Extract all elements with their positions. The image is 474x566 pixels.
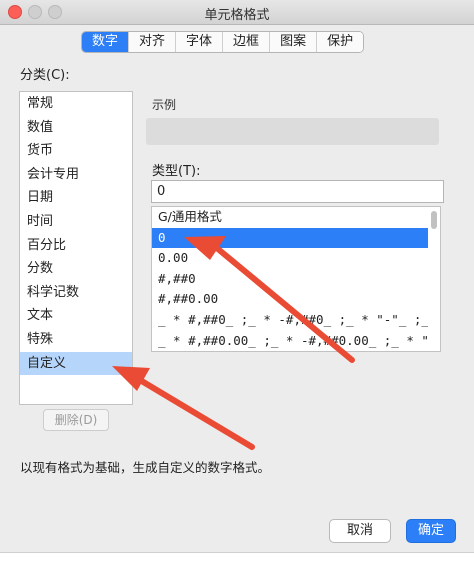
format-item[interactable]: 0	[152, 227, 428, 249]
category-item-special[interactable]: 特殊	[20, 328, 132, 352]
category-item-time[interactable]: 时间	[20, 210, 132, 234]
delete-button[interactable]: 删除(D)	[43, 409, 109, 431]
description-text: 以现有格式为基础，生成自定义的数字格式。	[20, 460, 271, 475]
type-input[interactable]: 0	[151, 180, 444, 203]
format-item[interactable]: #,##0.00	[152, 289, 428, 310]
category-label: 分类(C):	[20, 68, 70, 83]
sample-preview	[146, 118, 439, 145]
type-label: 类型(T):	[152, 164, 201, 179]
format-item[interactable]: G/通用格式	[152, 207, 428, 228]
ok-button[interactable]: 确定	[406, 519, 456, 543]
title-bar: 单元格格式	[0, 0, 474, 25]
sample-label: 示例	[152, 98, 177, 112]
category-item-currency[interactable]: 货币	[20, 139, 132, 163]
tab-pattern[interactable]: 图案	[269, 32, 317, 52]
category-item-percentage[interactable]: 百分比	[20, 234, 132, 258]
format-item[interactable]: _ * #,##0.00_ ;_ * -#,##0.00_ ;_ * "-"??…	[152, 331, 428, 351]
tab-bar: 数字 对齐 字体 边框 图案 保护	[81, 31, 365, 53]
format-list-scrollbar[interactable]	[431, 211, 437, 229]
category-item-number[interactable]: 数值	[20, 116, 132, 140]
format-item[interactable]: #,##0	[152, 269, 428, 290]
tab-number[interactable]: 数字	[82, 32, 129, 52]
window-title: 单元格格式	[204, 8, 270, 23]
category-item-date[interactable]: 日期	[20, 186, 132, 210]
cancel-button[interactable]: 取消	[329, 519, 391, 543]
format-item[interactable]: _ * #,##0_ ;_ * -#,##0_ ;_ * "-"_ ;_ @_	[152, 310, 428, 331]
category-item-fraction[interactable]: 分数	[20, 257, 132, 281]
tab-alignment[interactable]: 对齐	[128, 32, 176, 52]
category-item-custom[interactable]: 自定义	[20, 351, 132, 376]
category-list[interactable]: 常规 数值 货币 会计专用 日期 时间 百分比 分数 科学记数 文本 特殊 自定…	[19, 91, 133, 405]
category-item-general[interactable]: 常规	[20, 92, 132, 116]
format-code-list[interactable]: G/通用格式 0 0.00 #,##0 #,##0.00 _ * #,##0_ …	[151, 206, 441, 352]
format-item[interactable]: 0.00	[152, 248, 428, 269]
tab-font[interactable]: 字体	[175, 32, 223, 52]
category-item-scientific[interactable]: 科学记数	[20, 281, 132, 305]
category-item-accounting[interactable]: 会计专用	[20, 163, 132, 187]
spreadsheet-background	[0, 552, 474, 566]
category-item-text[interactable]: 文本	[20, 304, 132, 328]
tab-protection[interactable]: 保护	[316, 32, 364, 52]
tab-border[interactable]: 边框	[222, 32, 270, 52]
annotation-arrow-to-custom	[112, 366, 255, 450]
